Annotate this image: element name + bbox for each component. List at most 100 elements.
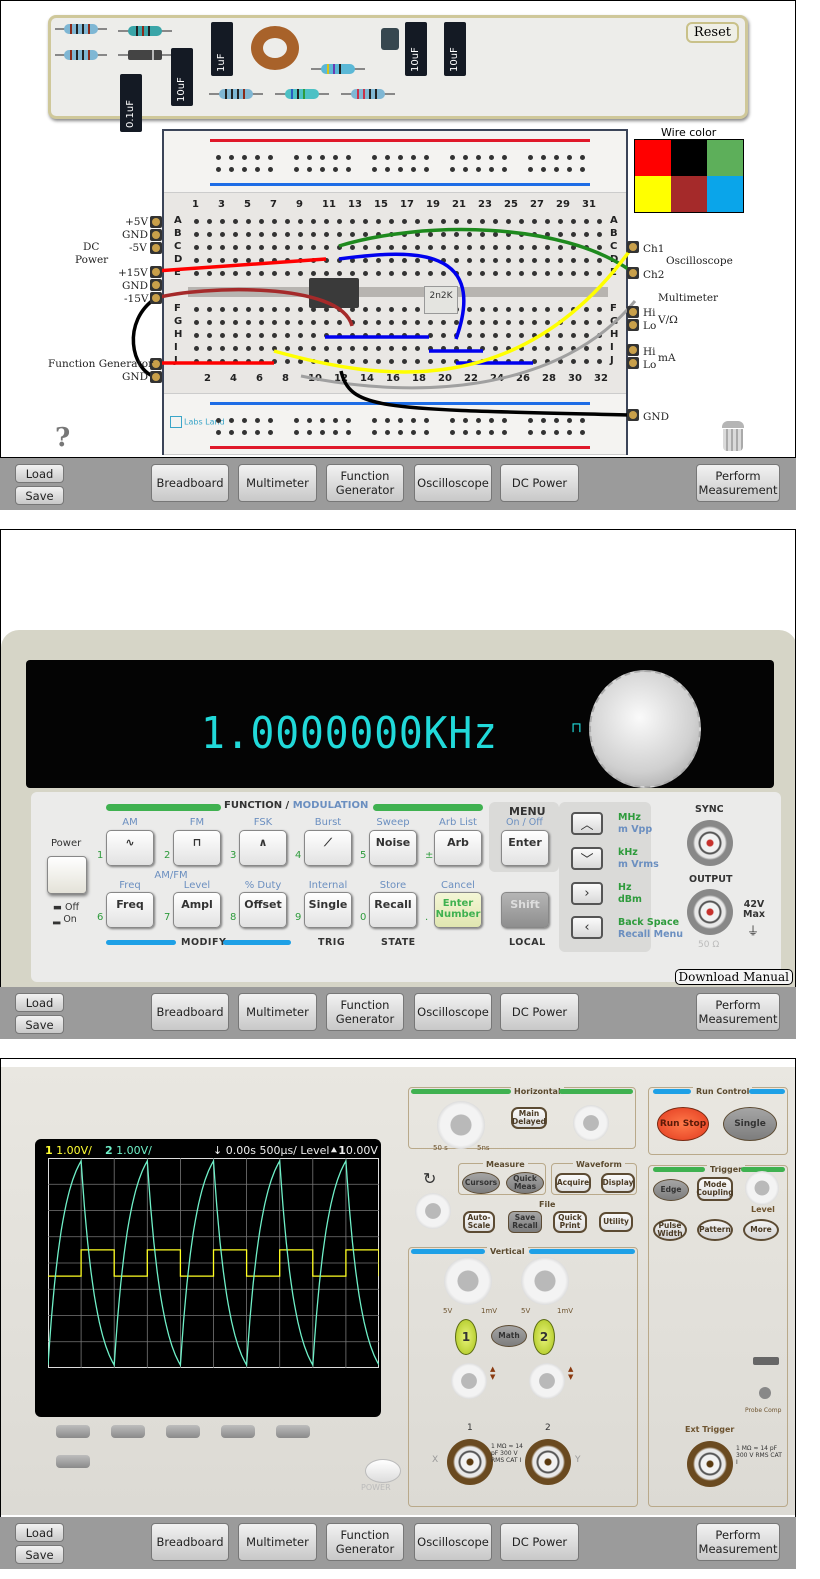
save-recall-button[interactable]: Save Recall [508, 1211, 542, 1233]
modify-key-1[interactable]: Ampl [173, 892, 221, 928]
enter-button[interactable]: Enter [501, 830, 549, 866]
terminal-m15v[interactable] [150, 292, 162, 304]
oscilloscope-button[interactable]: Oscilloscope [414, 1523, 492, 1561]
multimeter-button[interactable]: Multimeter [238, 993, 317, 1031]
function-key-4[interactable]: Noise [369, 830, 417, 866]
down-arrow-button[interactable]: ﹀ [571, 847, 603, 870]
usb-port[interactable] [753, 1357, 779, 1365]
breadboard-button[interactable]: Breadboard [151, 464, 229, 502]
breadboard-button[interactable]: Breadboard [151, 993, 229, 1031]
mode-coupling-button[interactable]: Mode Coupling [696, 1177, 734, 1201]
terminal-gnd[interactable] [627, 409, 639, 421]
run-stop-button[interactable]: Run Stop [657, 1107, 709, 1141]
oscilloscope-button[interactable]: Oscilloscope [414, 464, 492, 502]
dc-power-button[interactable]: DC Power [500, 464, 579, 502]
rotary-knob[interactable] [589, 670, 701, 788]
terminal-p5v[interactable] [150, 216, 162, 228]
download-manual-button[interactable]: Download Manual [674, 969, 793, 985]
ch1-button[interactable]: 1 [455, 1319, 477, 1355]
load-button[interactable]: Load [15, 993, 64, 1012]
help-icon[interactable]: ? [55, 423, 70, 453]
ch2-position-knob[interactable] [529, 1363, 565, 1399]
power-button[interactable] [47, 856, 87, 894]
function-key-3[interactable]: ⟋ [304, 830, 352, 866]
dc-power-button[interactable]: DC Power [500, 1523, 579, 1561]
ch2-input-connector[interactable] [525, 1439, 571, 1485]
save-button[interactable]: Save [15, 1545, 64, 1564]
pattern-button[interactable]: Pattern [697, 1219, 733, 1241]
quick-print-button[interactable]: Quick Print [553, 1211, 587, 1233]
wire-color-swatch[interactable] [707, 140, 743, 176]
wire-color-swatch[interactable] [707, 176, 743, 212]
ch1-volts-knob[interactable] [444, 1257, 492, 1305]
wire-color-swatch[interactable] [671, 176, 707, 212]
function-key-0[interactable]: ∿ [106, 830, 154, 866]
perform-measurement-button[interactable]: Perform Measurement [696, 993, 780, 1031]
save-button[interactable]: Save [15, 1015, 64, 1034]
save-button[interactable]: Save [15, 486, 64, 505]
function-generator-button[interactable]: Function Generator [326, 1523, 404, 1561]
function-generator-button[interactable]: Function Generator [326, 464, 404, 502]
multimeter-button[interactable]: Multimeter [238, 464, 317, 502]
oscilloscope-button[interactable]: Oscilloscope [414, 993, 492, 1031]
perform-measurement-button[interactable]: Perform Measurement [696, 1523, 780, 1561]
terminal-p15v[interactable] [150, 266, 162, 278]
ch2-button[interactable]: 2 [533, 1319, 555, 1355]
terminal-multimeter-ma-lo[interactable] [627, 357, 639, 369]
terminal-ch2[interactable] [627, 267, 639, 279]
trigger-level-knob[interactable] [745, 1171, 779, 1205]
terminal-ch1[interactable] [627, 241, 639, 253]
output-connector[interactable] [687, 889, 733, 935]
terminal-multimeter-ma-hi[interactable] [627, 344, 639, 356]
softkey[interactable] [276, 1425, 310, 1438]
ch2-volts-knob[interactable] [521, 1257, 569, 1305]
edge-button[interactable]: Edge [653, 1179, 689, 1201]
ch1-position-knob[interactable] [451, 1363, 487, 1399]
more-button[interactable]: More [743, 1219, 779, 1241]
softkey[interactable] [111, 1425, 145, 1438]
terminal-function-generator-gnd[interactable] [150, 371, 162, 383]
wire-color-swatch[interactable] [635, 176, 671, 212]
probe-comp-terminal[interactable] [759, 1387, 771, 1399]
sync-connector[interactable] [687, 820, 733, 866]
terminal-gnd[interactable] [150, 229, 162, 241]
cursors-button[interactable]: Cursors [462, 1172, 500, 1194]
softkey[interactable] [56, 1425, 90, 1438]
modify-key-0[interactable]: Freq [106, 892, 154, 928]
quick-meas-button[interactable]: Quick Meas [506, 1172, 544, 1194]
function-key-2[interactable]: ∧ [239, 830, 287, 866]
wire-color-swatch[interactable] [635, 140, 671, 176]
softkey[interactable] [166, 1425, 200, 1438]
multimeter-button[interactable]: Multimeter [238, 1523, 317, 1561]
horizontal-position-knob[interactable] [573, 1105, 609, 1141]
pulse-width-button[interactable]: Pulse Width [653, 1219, 687, 1241]
terminal-gnd[interactable] [150, 279, 162, 291]
load-button[interactable]: Load [15, 464, 64, 483]
horizontal-scale-knob[interactable] [437, 1101, 485, 1149]
single-button[interactable]: Single [723, 1107, 777, 1141]
terminal-multimeter-v-lo[interactable] [627, 319, 639, 331]
softkey[interactable] [221, 1425, 255, 1438]
shift-button[interactable]: Shift [501, 892, 549, 928]
modify-key-4[interactable]: Recall [369, 892, 417, 928]
function-key-1[interactable]: ⊓ [173, 830, 221, 866]
modify-key-2[interactable]: Offset [239, 892, 287, 928]
power-button[interactable] [365, 1459, 401, 1483]
math-button[interactable]: Math [491, 1325, 527, 1347]
up-arrow-button[interactable]: ︿ [571, 812, 603, 835]
acquire-button[interactable]: Acquire [555, 1173, 591, 1193]
entry-knob[interactable] [415, 1193, 451, 1229]
terminal-multimeter-v-hi[interactable] [627, 306, 639, 318]
wire-color-swatch[interactable] [671, 140, 707, 176]
auto-scale-button[interactable]: Auto- Scale [463, 1211, 495, 1233]
modify-key-3[interactable]: Single [304, 892, 352, 928]
terminal-m5v[interactable] [150, 242, 162, 254]
main-delayed-button[interactable]: Main Delayed [511, 1107, 547, 1129]
load-button[interactable]: Load [15, 1523, 64, 1542]
softkey[interactable] [56, 1455, 90, 1468]
right-arrow-button[interactable]: › [571, 882, 603, 905]
function-key-5[interactable]: Arb [434, 830, 482, 866]
utility-button[interactable]: Utility [599, 1212, 633, 1232]
trash-icon[interactable] [719, 421, 747, 453]
breadboard-button[interactable]: Breadboard [151, 1523, 229, 1561]
